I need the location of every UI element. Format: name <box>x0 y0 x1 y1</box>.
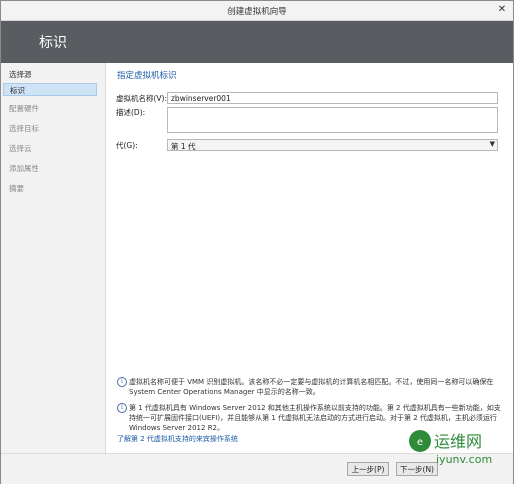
sidebar-item-add-properties: 添加属性 <box>9 164 39 173</box>
page-banner: 标识 <box>1 21 513 63</box>
page-title: 标识 <box>39 35 67 51</box>
generation-select[interactable]: 第 1 代 ▼ <box>167 139 498 151</box>
close-icon[interactable]: ✕ <box>495 4 509 16</box>
dropdown-arrow-icon: ▼ <box>489 140 495 148</box>
section-title: 指定虚拟机标识 <box>117 71 177 81</box>
previous-button[interactable]: 上一步(P) <box>347 462 389 476</box>
sidebar-item-identity[interactable]: 标识 <box>3 83 97 96</box>
watermark-text-1: 运维网 <box>434 432 482 451</box>
generation-label: 代(G): <box>116 141 138 150</box>
window-title: 创建虚拟机向导 <box>227 7 287 17</box>
info-icon: i <box>117 403 127 413</box>
sidebar-item-summary: 摘要 <box>9 184 24 193</box>
learn-more-link[interactable]: 了解第 2 代虚拟机支持的来宾操作系统 <box>117 434 238 444</box>
vm-name-label: 虚拟机名称(V): <box>116 94 168 103</box>
vm-name-input[interactable]: zbwinserver001 <box>167 92 498 104</box>
sidebar-item-select-cloud: 选择云 <box>9 144 32 153</box>
svg-text:e: e <box>417 437 423 448</box>
generation-selected-value: 第 1 代 <box>171 142 196 151</box>
watermark-text-2: iyunv.com <box>436 453 492 466</box>
title-bar: 创建虚拟机向导 ✕ <box>1 1 513 21</box>
wizard-steps-sidebar: 选择源 标识 配置硬件 选择目标 选择云 添加属性 摘要 <box>1 63 106 453</box>
sidebar-item-select-target: 选择目标 <box>9 124 39 133</box>
watermark-logo: e 运维网 iyunv.com <box>409 430 492 466</box>
description-label: 描述(D): <box>116 108 146 117</box>
info-vm-name: i 虚拟机名称可便于 VMM 识别虚拟机。该名称不必一定要与虚拟机的计算机名相匹… <box>117 377 502 397</box>
description-textarea[interactable] <box>167 107 498 133</box>
info-icon: i <box>117 377 127 387</box>
wizard-window: 创建虚拟机向导 ✕ 标识 选择源 标识 配置硬件 选择目标 选择云 添加属性 摘… <box>0 0 514 484</box>
info-vm-name-text: 虚拟机名称可便于 VMM 识别虚拟机。该名称不必一定要与虚拟机的计算机名相匹配。… <box>129 378 494 396</box>
sidebar-item-configure-hardware: 配置硬件 <box>9 104 39 113</box>
sidebar-item-select-source[interactable]: 选择源 <box>9 69 32 80</box>
main-content: 指定虚拟机标识 虚拟机名称(V): zbwinserver001 描述(D): … <box>106 63 512 453</box>
